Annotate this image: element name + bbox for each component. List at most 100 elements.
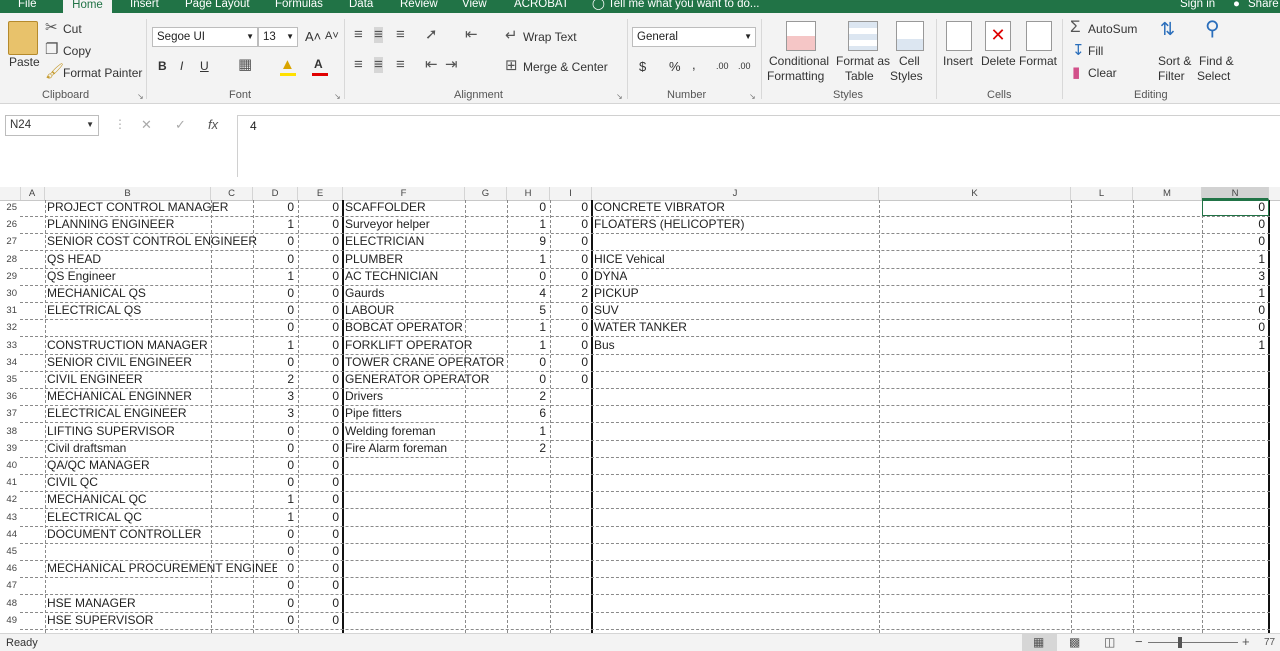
cell-d[interactable]: 0 [253, 560, 294, 577]
column-header-m[interactable]: M [1133, 187, 1202, 200]
cell-h[interactable]: 0 [507, 371, 546, 388]
align-left-icon[interactable]: ≡ [354, 57, 363, 73]
row-header[interactable]: 48 [0, 595, 20, 612]
cell-d[interactable]: 1 [253, 268, 294, 285]
tab-review[interactable]: Review [400, 0, 438, 11]
row-header[interactable]: 42 [0, 491, 20, 508]
format-as-table-label2[interactable]: Table [845, 69, 874, 83]
cell-e[interactable]: 0 [298, 337, 339, 354]
cell-n[interactable]: 0 [1202, 302, 1265, 319]
cell-f[interactable]: Fire Alarm foreman [345, 440, 447, 457]
cell-e[interactable]: 0 [298, 474, 339, 491]
align-top-icon[interactable]: ≡ [354, 27, 363, 43]
cell-b[interactable]: ELECTRICAL ENGINEER [47, 405, 187, 422]
column-header-l[interactable]: L [1071, 187, 1133, 200]
cell-j[interactable]: HICE Vehical [594, 251, 665, 268]
column-header-h[interactable]: H [507, 187, 550, 200]
format-painter-button[interactable]: Format Painter [63, 66, 142, 80]
copy-button[interactable]: Copy [63, 44, 91, 58]
page-layout-icon[interactable]: ▩ [1069, 635, 1080, 649]
cell-h[interactable]: 1 [507, 423, 546, 440]
cell-d[interactable]: 0 [253, 354, 294, 371]
cell-i[interactable]: 0 [550, 233, 588, 250]
cell-styles-label2[interactable]: Styles [890, 69, 923, 83]
cell-d[interactable]: 0 [253, 474, 294, 491]
formula-input[interactable]: 4 [237, 115, 1280, 177]
cell-i[interactable]: 0 [550, 354, 588, 371]
cell-e[interactable]: 0 [298, 251, 339, 268]
align-middle-icon[interactable]: ≡ [374, 27, 383, 43]
column-header-c[interactable]: C [211, 187, 253, 200]
row-header[interactable]: 47 [0, 577, 20, 594]
number-format-select[interactable]: General ▼ [632, 27, 756, 47]
cell-e[interactable]: 0 [298, 319, 339, 336]
cell-f[interactable]: GENERATOR OPERATOR [345, 371, 489, 388]
cell-e[interactable]: 0 [298, 216, 339, 233]
font-color-icon[interactable]: A [314, 57, 323, 71]
delete-cells-button[interactable]: Delete [981, 54, 1016, 68]
cell-e[interactable]: 0 [298, 388, 339, 405]
zoom-slider[interactable] [1148, 642, 1238, 643]
cell-f[interactable]: Drivers [345, 388, 383, 405]
cell-h[interactable]: 2 [507, 388, 546, 405]
cell-b[interactable]: CIVIL QC [47, 474, 98, 491]
underline-button[interactable]: U [200, 59, 209, 73]
cell-b[interactable]: SENIOR CIVIL ENGINEER [47, 354, 192, 371]
column-header-d[interactable]: D [253, 187, 298, 200]
align-right-icon[interactable]: ≡ [396, 57, 405, 73]
italic-button[interactable]: I [180, 59, 183, 73]
cell-e[interactable]: 0 [298, 285, 339, 302]
cell-e[interactable]: 0 [298, 457, 339, 474]
sort-filter-label2[interactable]: Filter [1158, 69, 1185, 83]
row-header[interactable]: 34 [0, 354, 20, 371]
row-header[interactable]: 25 [0, 200, 20, 216]
column-header-n[interactable]: N [1202, 187, 1269, 200]
cell-f[interactable]: Pipe fitters [345, 405, 402, 422]
font-launcher-icon[interactable]: ↘ [334, 92, 341, 101]
cell-e[interactable]: 0 [298, 595, 339, 612]
cell-b[interactable]: SENIOR COST CONTROL ENGINEER [47, 233, 257, 250]
cell-d[interactable]: 0 [253, 302, 294, 319]
alignment-launcher-icon[interactable]: ↘ [616, 92, 623, 101]
select-all-corner[interactable] [0, 187, 21, 200]
wrap-text-button[interactable]: Wrap Text [523, 30, 577, 44]
cell-j[interactable]: PICKUP [594, 285, 639, 302]
row-header[interactable]: 36 [0, 388, 20, 405]
enter-icon[interactable]: ✓ [175, 117, 186, 133]
row-header[interactable]: 33 [0, 337, 20, 354]
row-header[interactable]: 39 [0, 440, 20, 457]
cell-e[interactable]: 0 [298, 612, 339, 629]
cell-i[interactable]: 0 [550, 200, 588, 216]
cell-f[interactable]: LABOUR [345, 302, 394, 319]
cell-b[interactable]: Civil draftsman [47, 440, 126, 457]
find-select-label2[interactable]: Select [1197, 69, 1230, 83]
cell-e[interactable]: 0 [298, 560, 339, 577]
tab-view[interactable]: View [462, 0, 487, 11]
cell-b[interactable]: MECHANICAL QC [47, 491, 147, 508]
cell-b[interactable]: HSE MANAGER [47, 595, 136, 612]
cell-h[interactable]: 0 [507, 200, 546, 216]
row-header[interactable]: 40 [0, 457, 20, 474]
insert-function-icon[interactable]: fx [208, 117, 218, 132]
cell-h[interactable]: 0 [507, 354, 546, 371]
column-header-i[interactable]: I [550, 187, 592, 200]
cell-h[interactable]: 0 [507, 268, 546, 285]
cell-d[interactable]: 0 [253, 612, 294, 629]
row-header[interactable]: 31 [0, 302, 20, 319]
row-header[interactable]: 37 [0, 405, 20, 422]
row-header[interactable]: 45 [0, 543, 20, 560]
cell-b[interactable]: MECHANICAL QS [47, 285, 146, 302]
cell-d[interactable]: 0 [253, 200, 294, 216]
tell-me-box[interactable]: Tell me what you want to do... [608, 0, 760, 11]
row-header[interactable]: 41 [0, 474, 20, 491]
cell-h[interactable]: 1 [507, 216, 546, 233]
cell-h[interactable]: 1 [507, 319, 546, 336]
row-header[interactable]: 28 [0, 251, 20, 268]
cell-d[interactable]: 3 [253, 405, 294, 422]
cell-j[interactable]: Bus [594, 337, 615, 354]
cell-e[interactable]: 0 [298, 268, 339, 285]
comma-button[interactable]: , [692, 57, 696, 72]
cell-d[interactable]: 0 [253, 233, 294, 250]
cell-d[interactable]: 0 [253, 526, 294, 543]
cell-b[interactable]: LIFTING SUPERVISOR [47, 423, 175, 440]
